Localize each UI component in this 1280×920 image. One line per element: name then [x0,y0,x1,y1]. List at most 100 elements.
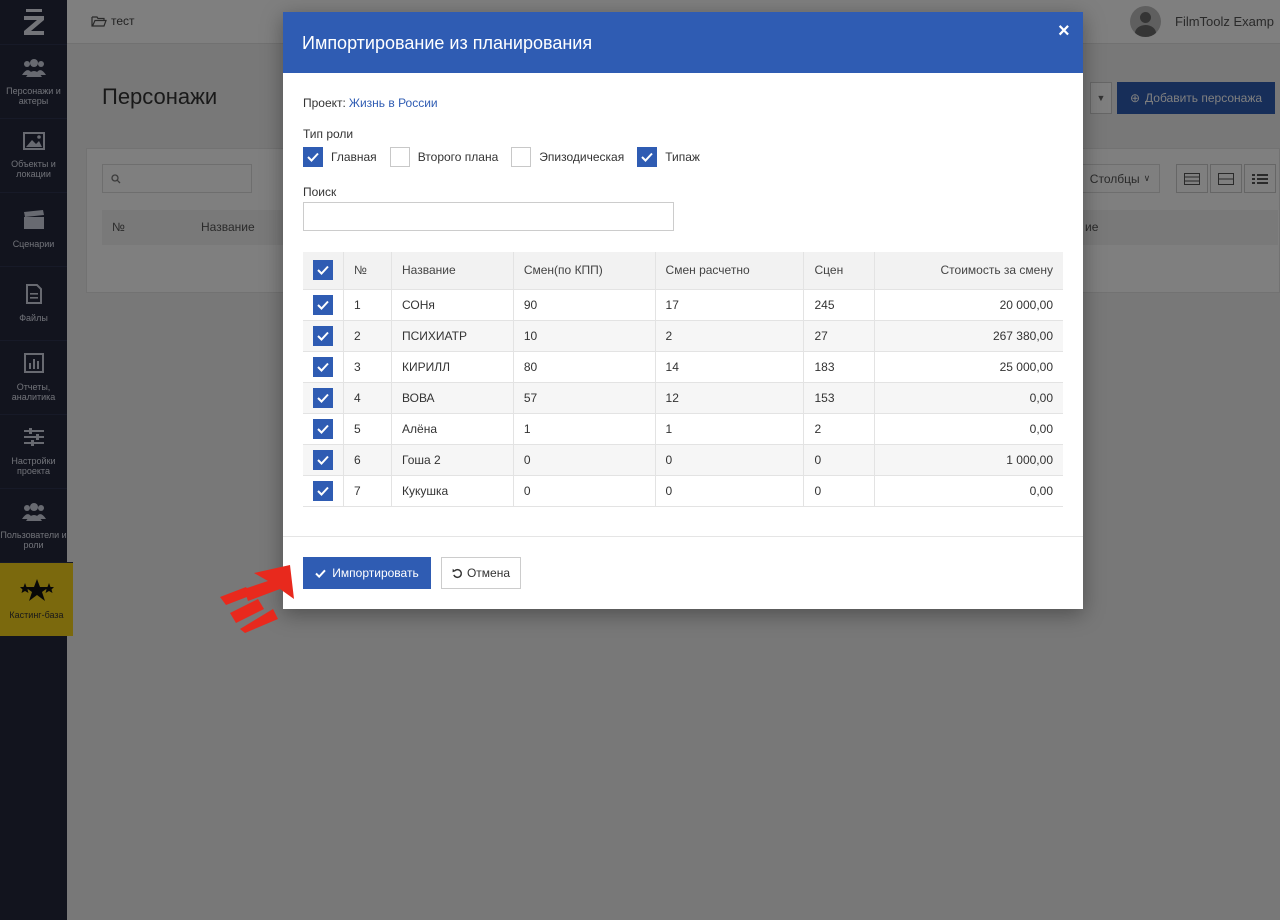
table-row[interactable]: 5 Алёна 1 1 2 0,00 [303,413,1063,445]
project-link[interactable]: Жизнь в России [349,96,438,110]
cell-col-scenes: 0 [803,444,875,476]
table-header-row: № Название Смен(по КПП) Смен расчетно Сцен Ст… [303,252,1063,290]
modal-title: Импортирование из планирования [302,33,593,53]
row-select-cell [303,475,344,507]
cell-col-shifts-kpp: 57 [513,382,656,414]
row-select-cell [303,289,344,321]
close-icon[interactable]: × [1058,20,1070,43]
cell-col-cost-per-shift: 267 380,00 [874,320,1063,352]
cell-col-shifts-calc: 0 [655,475,805,507]
import-button[interactable]: Импортировать [303,557,431,589]
role-checkbox[interactable] [389,147,410,167]
cell-col-number: 1 [343,289,393,321]
cancel-button[interactable]: Отмена [441,557,521,589]
cell-col-number: 4 [343,382,393,414]
cell-col-number: 7 [343,475,393,507]
role-checkbox[interactable] [303,147,323,167]
cell-col-name: ПСИХИАТР [391,320,514,352]
search-input[interactable] [303,202,674,231]
project-info: Проект: Жизнь в России [303,96,438,110]
header-col-cost-per-shift[interactable]: Стоимость за смену [874,252,1063,290]
check-icon [315,569,327,578]
row-checkbox[interactable] [313,449,333,470]
row-checkbox[interactable] [313,356,333,377]
cell-col-cost-per-shift: 0,00 [874,475,1063,507]
project-label: Проект: [303,96,346,110]
row-select-cell [303,382,344,414]
role-option-2[interactable]: Эпизодическая [511,147,624,167]
role-option-1[interactable]: Второго плана [389,147,499,167]
table-row[interactable]: 2 ПСИХИАТР 10 2 27 267 380,00 [303,320,1063,352]
role-checkbox[interactable] [637,147,658,167]
select-all-cell [303,252,344,290]
cell-col-scenes: 0 [803,475,875,507]
cell-col-scenes: 245 [803,289,875,321]
cell-col-name: ВОВА [391,382,514,414]
cell-col-shifts-calc: 14 [655,351,805,383]
cell-col-name: Кукушка [391,475,514,507]
cell-col-shifts-calc: 12 [655,382,805,414]
cell-col-number: 5 [343,413,393,445]
cell-col-shifts-kpp: 80 [513,351,656,383]
cell-col-shifts-calc: 0 [655,444,805,476]
header-col-shifts-calc[interactable]: Смен расчетно [655,252,805,290]
role-label: Типаж [665,150,700,164]
cell-col-shifts-calc: 1 [655,413,805,445]
check-icon [317,362,329,372]
check-icon [317,424,329,434]
role-label: Второго плана [417,150,499,164]
cell-col-cost-per-shift: 0,00 [874,382,1063,414]
table-row[interactable]: 7 Кукушка 0 0 0 0,00 [303,475,1063,507]
cell-col-shifts-kpp: 0 [513,475,656,507]
check-icon [317,331,329,341]
check-icon [317,300,329,310]
row-select-cell [303,413,344,445]
cell-col-shifts-kpp: 0 [513,444,656,476]
cell-col-scenes: 27 [803,320,875,352]
cell-col-shifts-calc: 17 [655,289,805,321]
check-icon [317,486,329,496]
table-row[interactable]: 3 КИРИЛЛ 80 14 183 25 000,00 [303,351,1063,383]
header-col-scenes[interactable]: Сцен [803,252,875,290]
role-option-0[interactable]: Главная [303,147,377,167]
characters-import-table: № Название Смен(по КПП) Смен расчетно Сцен Ст… [303,252,1063,507]
header-col-name[interactable]: Название [391,252,514,290]
cell-col-cost-per-shift: 0,00 [874,413,1063,445]
undo-icon [452,568,462,578]
row-select-cell [303,320,344,352]
cell-col-shifts-kpp: 90 [513,289,656,321]
modal-header: Импортирование из планирования × [283,12,1083,73]
check-icon [317,393,329,403]
cell-col-scenes: 153 [803,382,875,414]
cell-col-shifts-kpp: 10 [513,320,656,352]
role-checkbox[interactable] [511,147,532,167]
row-checkbox[interactable] [313,325,333,346]
cell-col-cost-per-shift: 1 000,00 [874,444,1063,476]
import-modal: Импортирование из планирования × Проект:… [283,12,1083,609]
modal-footer-divider [283,536,1083,537]
role-label: Главная [331,150,377,164]
table-row[interactable]: 4 ВОВА 57 12 153 0,00 [303,382,1063,414]
cell-col-name: Гоша 2 [391,444,514,476]
select-all-checkbox[interactable] [313,260,333,281]
row-checkbox[interactable] [313,294,333,315]
cell-col-number: 6 [343,444,393,476]
row-select-cell [303,351,344,383]
check-icon [317,266,329,276]
cell-col-number: 2 [343,320,393,352]
annotation-arrow-icon [220,565,294,633]
cell-col-shifts-calc: 2 [655,320,805,352]
check-icon [307,152,319,162]
role-type-filters: Главная Второго плана Эпизодическая Типаж [303,147,713,167]
role-option-3[interactable]: Типаж [637,147,700,167]
table-row[interactable]: 6 Гоша 20001 000,00 [303,444,1063,476]
header-col-number[interactable]: № [343,252,393,290]
header-col-shifts-kpp[interactable]: Смен(по КПП) [513,252,656,290]
row-select-cell [303,444,344,476]
cell-col-name: Алёна [391,413,514,445]
cell-col-cost-per-shift: 20 000,00 [874,289,1063,321]
row-checkbox[interactable] [313,387,333,408]
row-checkbox[interactable] [313,418,333,439]
table-row[interactable]: 1 СОНя 90 17 245 20 000,00 [303,289,1063,321]
row-checkbox[interactable] [313,480,333,501]
